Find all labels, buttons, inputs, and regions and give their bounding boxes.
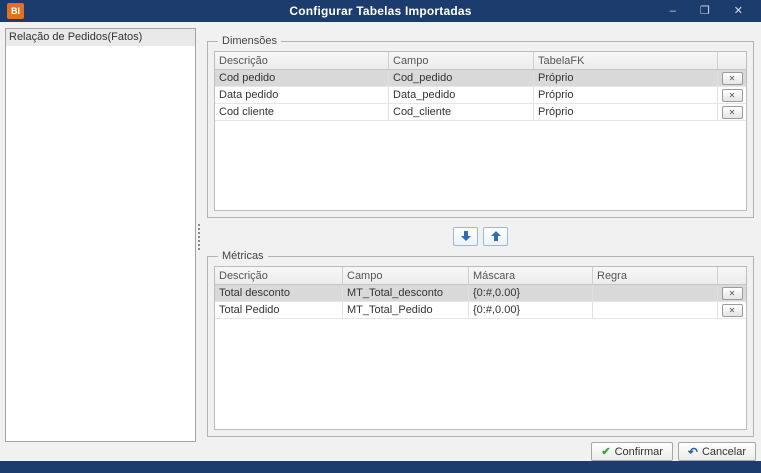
metrics-group: Métricas Descrição Campo Máscara Regra T… (207, 250, 754, 437)
dimensions-grid: Descrição Campo TabelaFK Cod pedido Cod_… (214, 51, 747, 211)
arrow-down-icon (460, 230, 472, 242)
table-row[interactable]: Data pedido Data_pedido Próprio ✕ (215, 87, 746, 104)
cell-mascara[interactable]: {0:#,0.00} (469, 285, 593, 301)
cancel-button[interactable]: ↶ Cancelar (677, 442, 756, 461)
column-header-campo[interactable]: Campo (343, 267, 469, 284)
column-header-actions (718, 267, 746, 284)
move-buttons (207, 226, 754, 246)
cell-campo[interactable]: MT_Total_Pedido (343, 302, 469, 318)
cell-mascara[interactable]: {0:#,0.00} (469, 302, 593, 318)
cell-descricao[interactable]: Data pedido (215, 87, 389, 103)
minimize-icon[interactable]: – (670, 0, 676, 22)
cell-campo[interactable]: Cod_cliente (389, 104, 534, 120)
window-controls: – ❐ ✕ (670, 0, 743, 22)
delete-row-button[interactable]: ✕ (721, 286, 743, 300)
close-icon[interactable]: ✕ (734, 0, 743, 22)
column-header-descricao[interactable]: Descrição (215, 267, 343, 284)
cell-campo[interactable]: Cod_pedido (389, 70, 534, 86)
move-up-button[interactable] (483, 226, 508, 246)
maximize-icon[interactable]: ❐ (700, 0, 710, 22)
arrow-up-icon (490, 230, 502, 242)
table-row[interactable]: Cod cliente Cod_cliente Próprio ✕ (215, 104, 746, 121)
dimensions-grid-header: Descrição Campo TabelaFK (215, 52, 746, 70)
titlebar: BI Configurar Tabelas Importadas – ❐ ✕ (0, 0, 761, 22)
bottom-bar (0, 461, 761, 473)
app-logo: BI (7, 3, 24, 19)
table-row[interactable]: Cod pedido Cod_pedido Próprio ✕ (215, 70, 746, 87)
cancel-button-label: Cancelar (701, 445, 746, 458)
cell-tabelafk[interactable]: Próprio (534, 70, 718, 86)
cell-campo[interactable]: MT_Total_desconto (343, 285, 469, 301)
cell-descricao[interactable]: Cod pedido (215, 70, 389, 86)
column-header-regra[interactable]: Regra (593, 267, 718, 284)
cell-descricao[interactable]: Total desconto (215, 285, 343, 301)
list-item-relacao-pedidos[interactable]: Relação de Pedidos(Fatos) (6, 29, 195, 46)
delete-row-button[interactable]: ✕ (721, 303, 743, 317)
dimensions-group-title: Dimensões (218, 35, 282, 47)
metrics-group-title: Métricas (218, 250, 268, 262)
table-row[interactable]: Total Pedido MT_Total_Pedido {0:#,0.00} … (215, 302, 746, 319)
undo-icon: ↶ (687, 444, 698, 459)
table-row[interactable]: Total desconto MT_Total_desconto {0:#,0.… (215, 285, 746, 302)
delete-row-button[interactable]: ✕ (721, 105, 743, 119)
cell-regra[interactable] (593, 285, 718, 301)
metrics-grid: Descrição Campo Máscara Regra Total desc… (214, 266, 747, 430)
cell-regra[interactable] (593, 302, 718, 318)
cell-descricao[interactable]: Cod cliente (215, 104, 389, 120)
delete-row-button[interactable]: ✕ (721, 88, 743, 102)
dialog-window: BI Configurar Tabelas Importadas – ❐ ✕ R… (0, 0, 761, 473)
cell-tabelafk[interactable]: Próprio (534, 87, 718, 103)
column-header-descricao[interactable]: Descrição (215, 52, 389, 69)
cell-descricao[interactable]: Total Pedido (215, 302, 343, 318)
cell-campo[interactable]: Data_pedido (389, 87, 534, 103)
check-icon: ✔ (601, 446, 611, 458)
column-header-campo[interactable]: Campo (389, 52, 534, 69)
cell-tabelafk[interactable]: Próprio (534, 104, 718, 120)
column-header-tabelafk[interactable]: TabelaFK (534, 52, 718, 69)
confirm-button-label: Confirmar (614, 445, 663, 458)
confirm-button[interactable]: ✔ Confirmar (591, 442, 673, 461)
window-title: Configurar Tabelas Importadas (289, 4, 472, 18)
tables-list: Relação de Pedidos(Fatos) (5, 28, 196, 442)
dimensions-group: Dimensões Descrição Campo TabelaFK Cod p… (207, 35, 754, 218)
move-down-button[interactable] (453, 226, 478, 246)
splitter-handle[interactable] (198, 224, 202, 250)
metrics-grid-header: Descrição Campo Máscara Regra (215, 267, 746, 285)
column-header-actions (718, 52, 746, 69)
footer: ✔ Confirmar ↶ Cancelar (591, 442, 756, 461)
column-header-mascara[interactable]: Máscara (469, 267, 593, 284)
delete-row-button[interactable]: ✕ (721, 71, 743, 85)
